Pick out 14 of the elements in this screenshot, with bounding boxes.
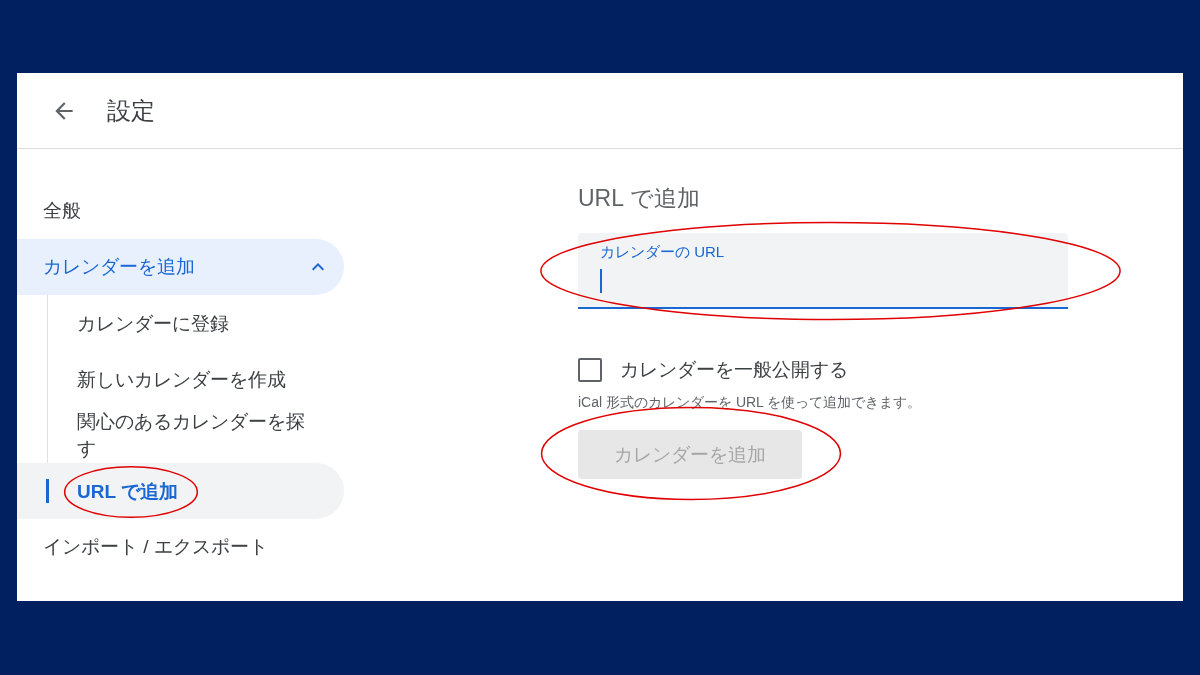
section-heading: URL で追加: [578, 184, 700, 213]
sidebar-item[interactable]: インポート / エクスポート: [17, 519, 344, 575]
page-title: 設定: [107, 95, 155, 126]
sidebar-subitem[interactable]: カレンダーに登録: [17, 295, 344, 351]
checkbox-label: カレンダーを一般公開する: [620, 358, 848, 382]
url-input-field[interactable]: カレンダーの URL: [578, 233, 1068, 309]
sidebar-item[interactable]: 全般: [17, 183, 344, 239]
sidebar-subitem[interactable]: URL で追加: [17, 463, 344, 519]
selection-indicator: [46, 479, 49, 503]
sidebar-subitem[interactable]: 関心のあるカレンダーを探す: [17, 407, 344, 463]
checkbox[interactable]: [578, 358, 602, 382]
text-cursor: [600, 269, 602, 293]
sidebar-subitem[interactable]: 新しいカレンダーを作成: [17, 351, 344, 407]
sidebar-item[interactable]: カレンダーを追加: [17, 239, 344, 295]
